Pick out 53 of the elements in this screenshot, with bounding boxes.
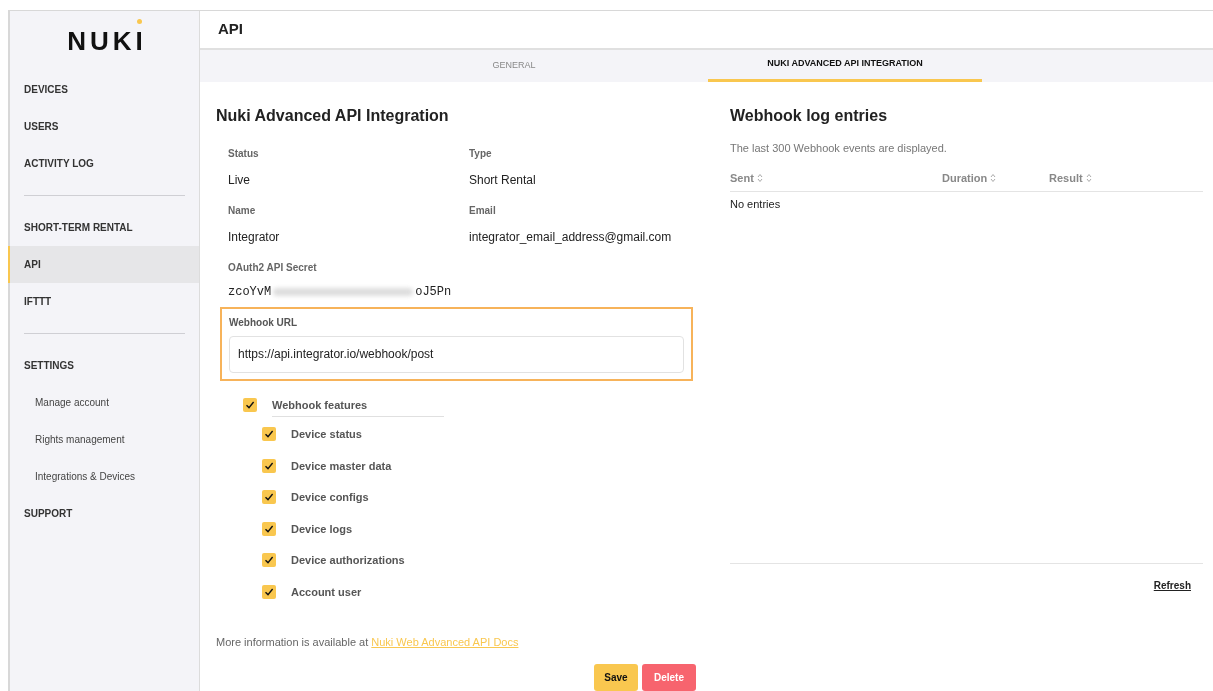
sidebar-item[interactable]: USERS (10, 108, 199, 145)
field-value: Integrator (228, 228, 281, 246)
checkbox-label: Device status (291, 427, 362, 442)
field-label: OAuth2 API Secret (228, 260, 318, 275)
sidebar-item[interactable]: ACTIVITY LOG (10, 145, 199, 182)
info-text: More information is available at Nuki Web Advanced API Docs (216, 634, 520, 650)
sidebar-item[interactable]: API (8, 246, 199, 283)
column-header[interactable]: Result (1049, 170, 1083, 187)
checkbox[interactable] (262, 490, 276, 505)
tab[interactable]: GENERAL (320, 49, 708, 82)
section-title: Nuki Advanced API Integration (216, 105, 450, 126)
refresh-link[interactable]: Refresh (1153, 578, 1191, 593)
secret-value: oJ5Pn (415, 283, 452, 301)
checkbox[interactable] (243, 397, 257, 412)
sidebar-item[interactable]: Manage account (10, 384, 199, 421)
checkbox[interactable] (262, 521, 276, 536)
checkbox[interactable] (262, 553, 276, 568)
field-value: Live (228, 171, 251, 189)
secret-value: zcoYvM (228, 283, 272, 301)
logo: NUKI (67, 27, 147, 55)
tab[interactable]: NUKI ADVANCED API INTEGRATION (708, 49, 982, 82)
empty-message: No entries (730, 197, 782, 212)
field-label: Status (228, 146, 260, 161)
field-label: Type (469, 146, 493, 161)
checkbox-label: Device authorizations (291, 553, 405, 568)
field-value: integrator_email_address@gmail.com (469, 228, 673, 246)
checkbox-label: Device logs (291, 521, 353, 537)
sidebar-item[interactable]: SUPPORT (10, 495, 199, 532)
sidebar-item[interactable]: SETTINGS (10, 347, 199, 384)
sidebar-item[interactable]: DEVICES (10, 71, 199, 108)
sidebar-item[interactable]: IFTTT (10, 283, 199, 320)
checkbox[interactable] (262, 458, 276, 473)
sidebar-item[interactable]: SHORT-TERM RENTAL (10, 209, 199, 246)
webhook-url-field[interactable]: https://api.integrator.io/webhook/post (229, 335, 684, 373)
field-value: Short Rental (469, 171, 537, 189)
field-label: Webhook URL (229, 315, 299, 330)
sidebar-item[interactable]: Integrations & Devices (10, 458, 199, 495)
checkbox-label: Device configs (291, 490, 369, 505)
checkbox-label: Webhook features (272, 392, 444, 417)
field-label: Email (469, 203, 497, 218)
column-header[interactable]: Duration (942, 170, 988, 187)
blurred-secret-icon (273, 287, 414, 296)
page-title: API (218, 19, 243, 40)
section-title: Webhook log entries (730, 105, 889, 126)
column-header[interactable]: Sent (730, 170, 754, 187)
field-label: Name (228, 203, 257, 218)
checkbox-label: Account user (291, 584, 362, 600)
section-subtitle: The last 300 Webhook events are displayed. (730, 140, 948, 156)
checkbox[interactable] (262, 584, 276, 599)
checkbox-label: Device master data (291, 458, 392, 474)
save-button[interactable]: Save (594, 664, 638, 691)
sidebar-item[interactable]: Rights management (10, 421, 199, 458)
checkbox[interactable] (262, 427, 276, 442)
